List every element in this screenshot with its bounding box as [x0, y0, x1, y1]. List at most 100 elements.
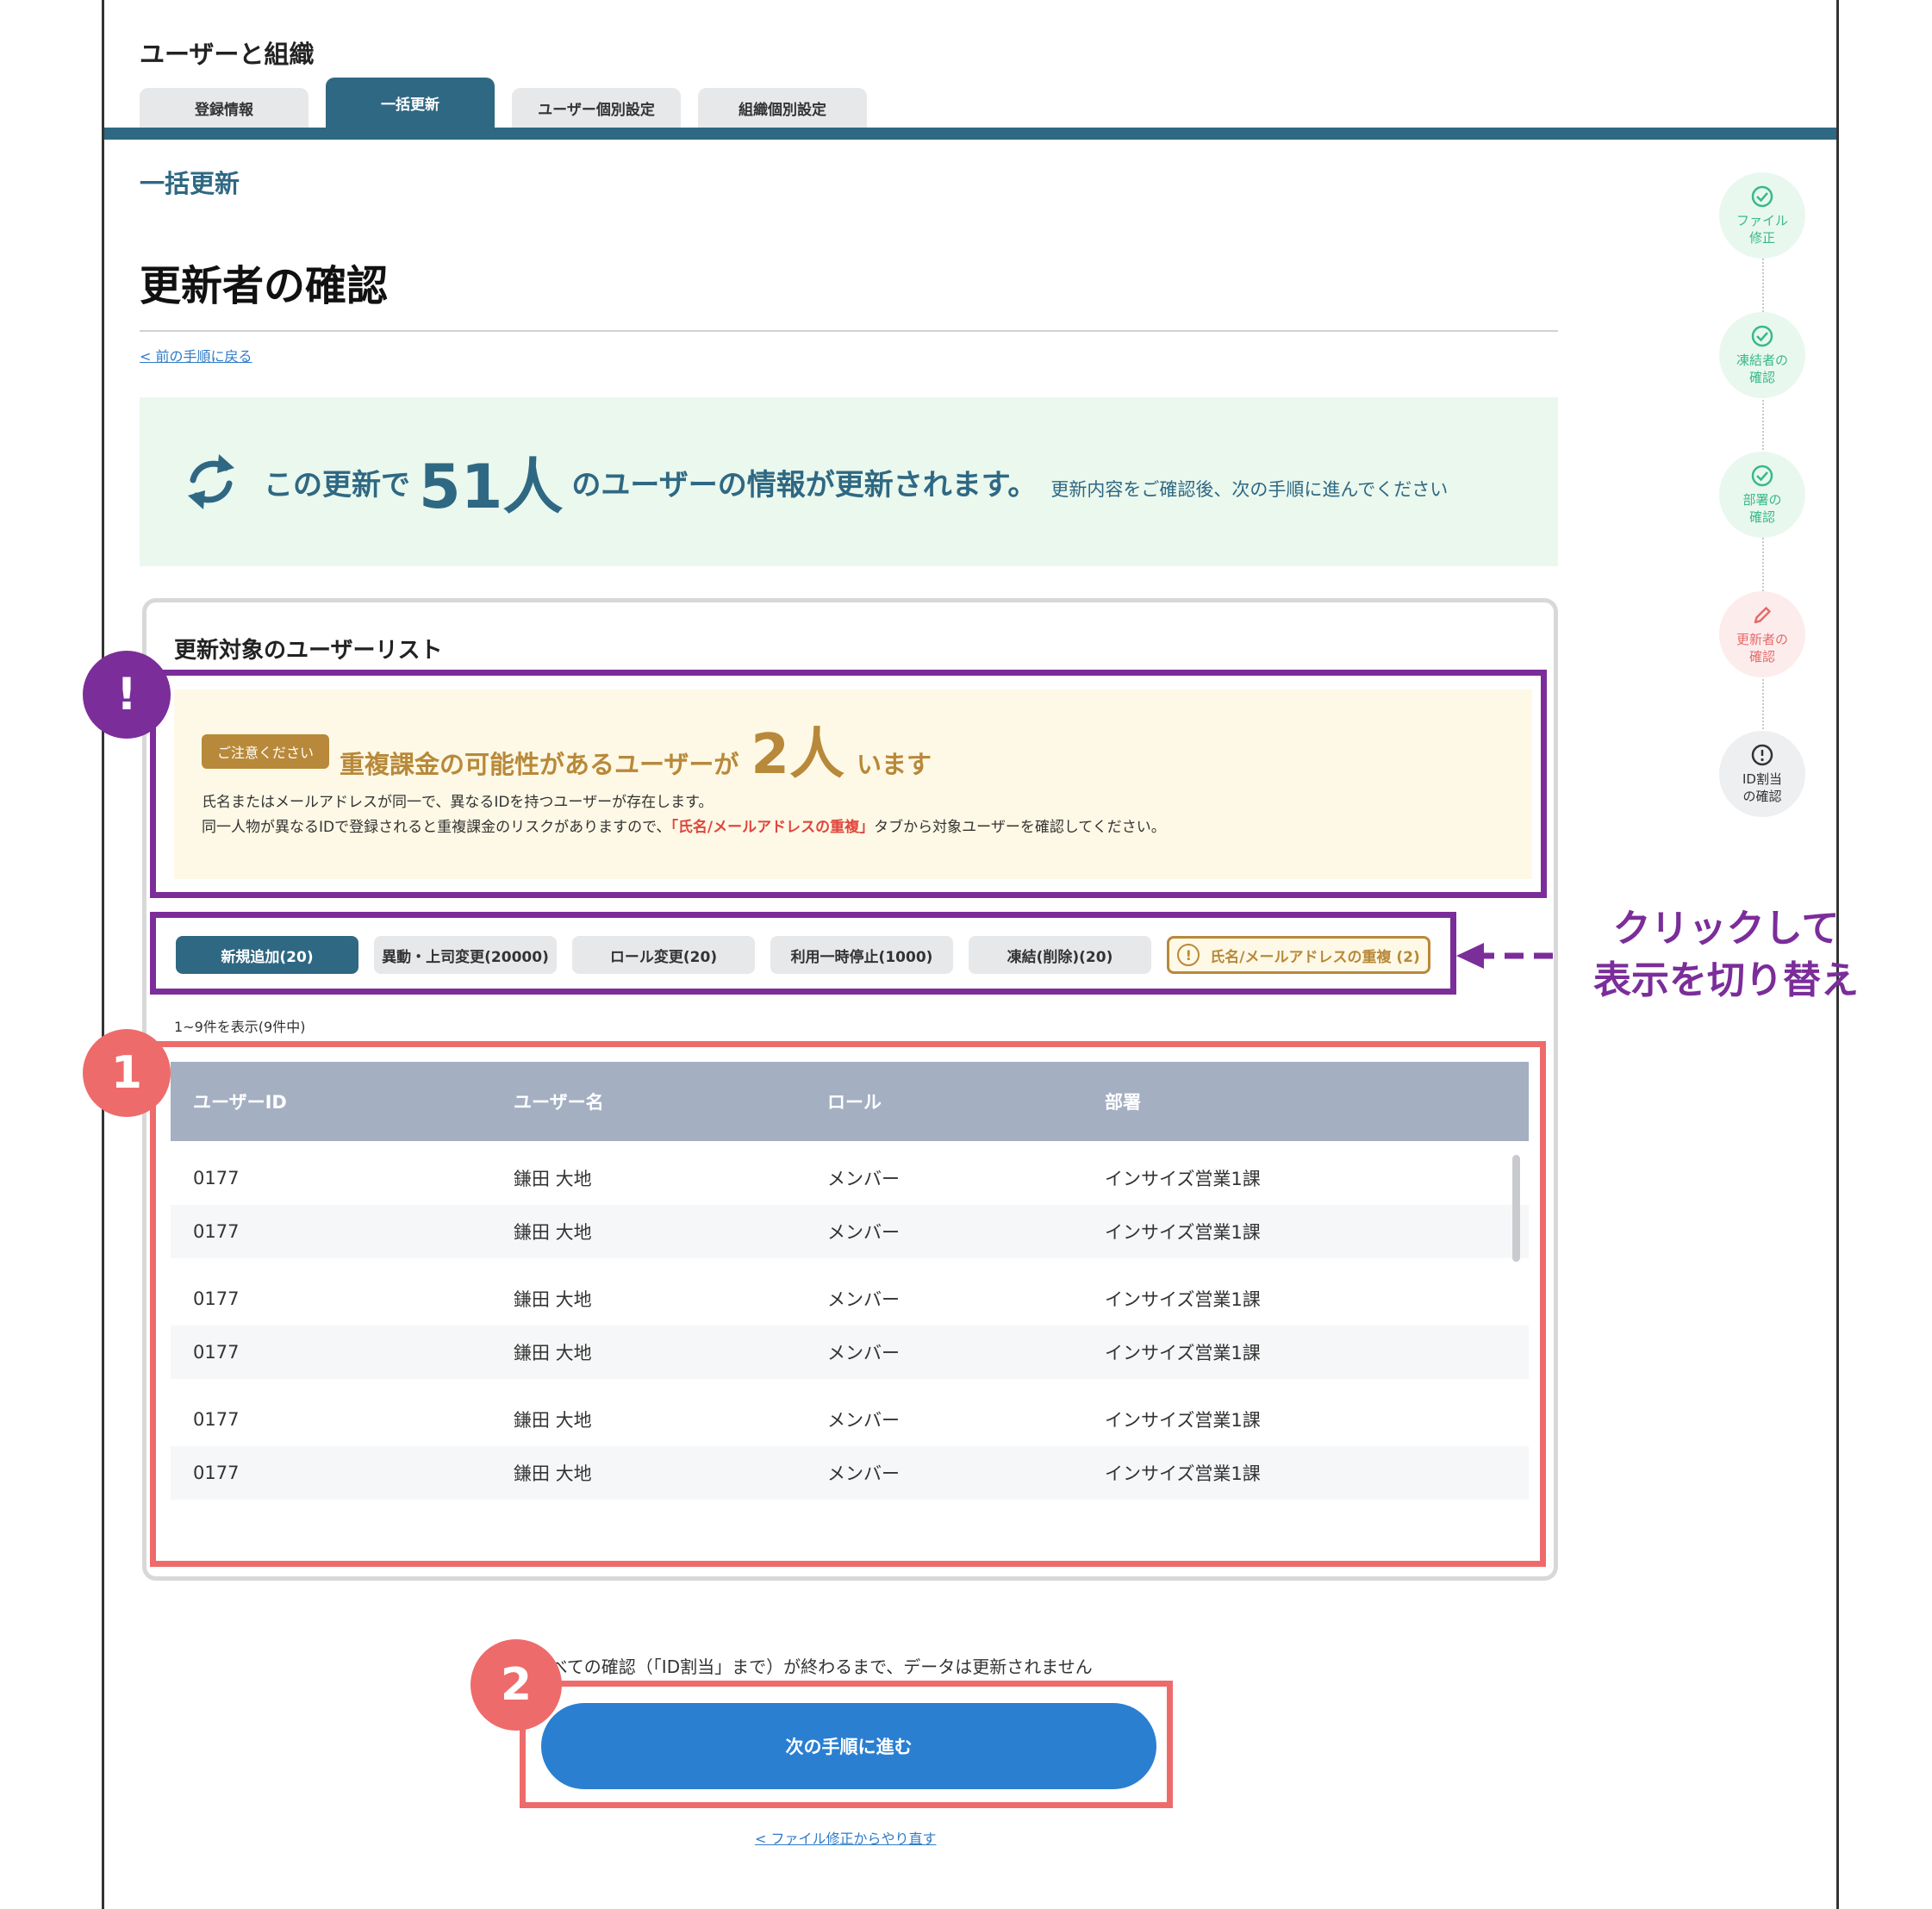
page-title: 更新者の確認 [140, 262, 389, 310]
column-header-user-name: ユーザー名 [514, 1092, 604, 1113]
cell-department: インサイズ営業1課 [1105, 1410, 1261, 1431]
step-label-line-2: 修正 [1748, 230, 1775, 246]
table-row[interactable]: 0177 鎌田 大地 メンバー インサイズ営業1課 [171, 1446, 1529, 1500]
annotation-marker-warning: ! [83, 651, 171, 739]
step-file-fix: ファイル 修正 [1719, 172, 1805, 259]
column-header-user-id: ユーザーID [193, 1092, 287, 1113]
step-updater-check: 更新者の 確認 [1719, 591, 1805, 677]
summary-subtext: 更新内容をご確認後、次の手順に進んでください [1050, 479, 1449, 500]
cell-role: メンバー [827, 1289, 900, 1310]
warning-tab-reference: 「氏名/メールアドレスの重複」 [670, 819, 875, 836]
filter-duplicate-name-email[interactable]: ! 氏名/メールアドレスの重複 (2) [1167, 936, 1430, 974]
annotation-hint: クリックして 表示を切り替え [1584, 903, 1868, 1007]
column-header-role: ロール [827, 1092, 882, 1113]
tab-underline [104, 128, 1836, 140]
warning-line-1: 氏名またはメールアドレスが同一で、異なるIDを持つユーザーが存在します。 [202, 794, 714, 811]
table-row[interactable]: 0177 鎌田 大地 メンバー インサイズ営業1課 [171, 1393, 1529, 1446]
tab-bulk-update[interactable]: 一括更新 [326, 78, 495, 128]
cell-role: メンバー [827, 1222, 900, 1243]
tab-registration-info[interactable]: 登録情報 [140, 88, 308, 128]
cell-user-id: 0177 [193, 1168, 240, 1188]
cell-user-name: 鎌田 大地 [514, 1343, 592, 1363]
user-list-title: 更新対象のユーザーリスト [174, 638, 443, 664]
cell-role: メンバー [827, 1410, 900, 1431]
restart-from-file-link[interactable]: < ファイル修正からやり直す [755, 1827, 937, 1848]
caution-pill: ご注意ください [202, 734, 329, 769]
table-header: ユーザーID ユーザー名 ロール 部署 [171, 1062, 1529, 1141]
cell-user-id: 0177 [193, 1221, 240, 1242]
table-row[interactable]: 0177 鎌田 大地 メンバー インサイズ営業1課 [171, 1272, 1529, 1326]
cell-user-name: 鎌田 大地 [514, 1289, 592, 1310]
duplicate-warning-box: ご注意ください 重複課金の可能性があるユーザーが 2人 います 氏名またはメール… [174, 689, 1532, 879]
step-label-line-1: 凍結者の [1736, 352, 1788, 368]
cell-user-id: 0177 [193, 1409, 240, 1430]
tab-org-settings[interactable]: 組織個別設定 [698, 88, 867, 128]
cell-department: インサイズ営業1課 [1105, 1222, 1261, 1243]
cell-user-name: 鎌田 大地 [514, 1169, 592, 1189]
step-label-line-1: ファイル [1736, 213, 1788, 228]
cell-department: インサイズ営業1課 [1105, 1463, 1261, 1484]
title-divider [140, 330, 1558, 332]
annotation-marker-2: 2 [471, 1639, 562, 1731]
cell-user-id: 0177 [193, 1342, 240, 1363]
cell-user-name: 鎌田 大地 [514, 1222, 592, 1243]
table-row[interactable]: 0177 鎌田 大地 メンバー インサイズ営業1課 [171, 1151, 1529, 1205]
filter-duplicate-label: 氏名/メールアドレスの重複 (2) [1210, 948, 1420, 966]
table-row[interactable]: 0177 鎌田 大地 メンバー インサイズ営業1課 [171, 1326, 1529, 1379]
cell-user-id: 0177 [193, 1288, 240, 1309]
filter-new-additions[interactable]: 新規追加(20) [176, 936, 358, 974]
filter-role-change[interactable]: ロール変更(20) [572, 936, 755, 974]
column-header-department: 部署 [1105, 1092, 1141, 1113]
cell-role: メンバー [827, 1169, 900, 1189]
check-circle-icon [1751, 325, 1773, 347]
cell-user-name: 鎌田 大地 [514, 1463, 592, 1484]
warning-line-2-before: 同一人物が異なるIDで登録されると重複課金のリスクがありますので、 [202, 819, 671, 836]
cell-department: インサイズ営業1課 [1105, 1289, 1261, 1310]
step-label-line-1: ID割当 [1742, 771, 1782, 787]
warning-headline: 重複課金の可能性があるユーザーが 2人 います [340, 710, 932, 789]
filter-transfer-manager-change[interactable]: 異動・上司変更(20000) [374, 936, 557, 974]
step-department-check: 部署の 確認 [1719, 452, 1805, 538]
step-label-line-2: 確認 [1748, 649, 1775, 664]
warning-line-2: 同一人物が異なるIDで登録されると重複課金のリスクがありますので、「氏名/メール… [202, 814, 1166, 836]
check-circle-icon [1751, 465, 1773, 487]
pencil-icon [1754, 607, 1771, 624]
app-title: ユーザーと組織 [140, 40, 315, 69]
update-summary-banner: この更新で 51人 のユーザーの情報が更新されます。 更新内容をご確認後、次の手… [140, 397, 1558, 566]
cell-role: メンバー [827, 1463, 900, 1484]
refresh-icon [188, 454, 234, 509]
table-scrollbar[interactable] [1512, 1155, 1520, 1262]
exclamation-circle-icon: ! [1177, 944, 1200, 966]
step-label-line-1: 更新者の [1736, 632, 1788, 647]
section-label: 一括更新 [140, 169, 240, 198]
step-label-line-1: 部署の [1742, 492, 1782, 508]
back-link[interactable]: < 前の手順に戻る [140, 345, 252, 365]
next-step-button[interactable]: 次の手順に進む [541, 1703, 1156, 1789]
cell-department: インサイズ営業1課 [1105, 1343, 1261, 1363]
summary-text-after: のユーザーの情報が更新されます。 [571, 467, 1038, 502]
filter-freeze-delete[interactable]: 凍結(削除)(20) [969, 936, 1151, 974]
step-frozen-check: 凍結者の 確認 [1719, 312, 1805, 398]
step-label-line-2: の確認 [1742, 789, 1782, 804]
warning-line-2-after: タブから対象ユーザーを確認してください。 [874, 819, 1166, 836]
summary-count: 51人 [419, 451, 564, 522]
cell-role: メンバー [827, 1343, 900, 1363]
filter-suspension[interactable]: 利用一時停止(1000) [770, 936, 953, 974]
annotation-hint-line-1: クリックして [1612, 907, 1840, 951]
warning-count: 2人 [751, 723, 844, 787]
pagination-count: 1~9件を表示(9件中) [174, 1019, 306, 1035]
tab-user-settings[interactable]: ユーザー個別設定 [512, 88, 681, 128]
annotation-marker-1: 1 [83, 1029, 171, 1117]
step-label-line-2: 確認 [1748, 370, 1775, 385]
update-notice: すべての確認（「ID割当」まで）が終わるまで、データは更新されません [534, 1656, 1093, 1677]
warning-headline-after: います [856, 750, 932, 779]
cell-user-name: 鎌田 大地 [514, 1410, 592, 1431]
step-id-assignment: ID割当 の確認 [1719, 731, 1805, 817]
table-row[interactable]: 0177 鎌田 大地 メンバー インサイズ営業1課 [171, 1205, 1529, 1258]
summary-text-before: この更新で [264, 467, 410, 502]
exclamation-circle-icon [1751, 744, 1773, 766]
warning-headline-before: 重複課金の可能性があるユーザーが [340, 750, 739, 779]
cell-user-id: 0177 [193, 1463, 240, 1483]
cell-department: インサイズ営業1課 [1105, 1169, 1261, 1189]
check-circle-icon [1751, 185, 1773, 208]
